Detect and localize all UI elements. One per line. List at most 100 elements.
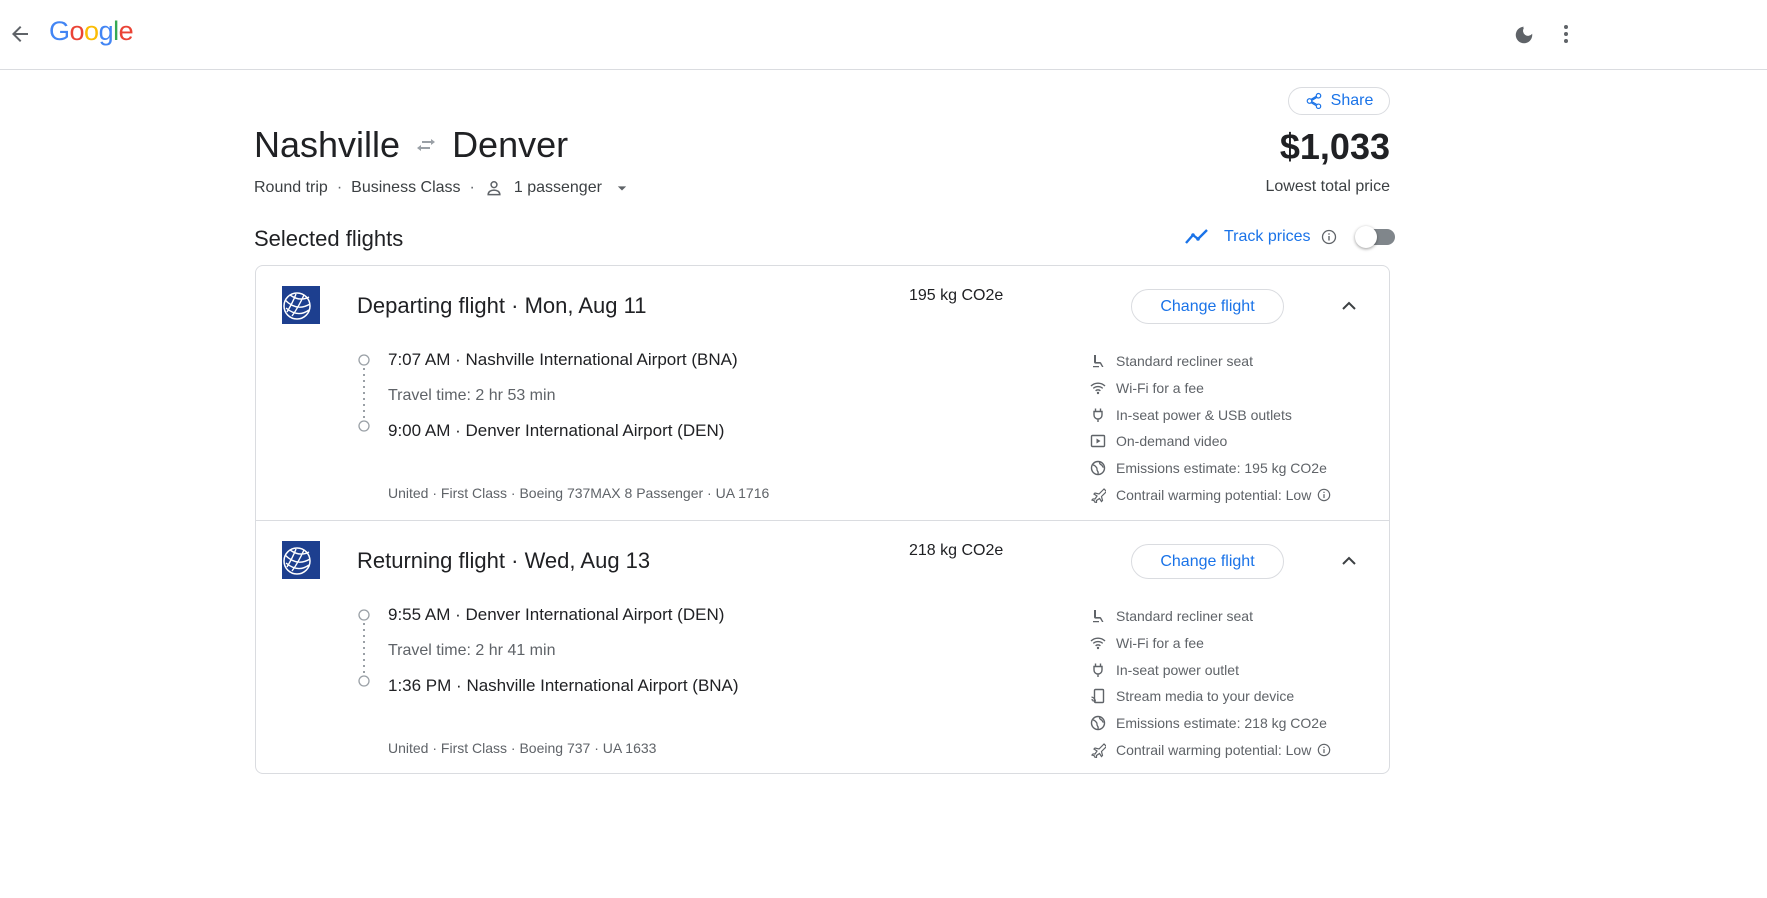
co2-emissions: 218 kg CO2e <box>909 542 1004 559</box>
amenity-label: Wi-Fi for a fee <box>1116 635 1204 652</box>
selected-flights-heading: Selected flights <box>254 226 404 251</box>
arrival-time: 1:36 PM <box>388 676 452 695</box>
departure-info: 7:07 AM · Nashville International Airpor… <box>388 350 738 370</box>
contrail-icon <box>1090 487 1106 503</box>
departing-flight: Departing flight · Mon, Aug 11 195 kg CO… <box>256 266 1389 520</box>
arrival-info: 1:36 PM · Nashville International Airpor… <box>388 676 739 696</box>
arrival-time: 9:00 AM <box>388 421 451 440</box>
video-icon <box>1090 435 1106 448</box>
amenity-item: Standard recliner seat <box>1090 348 1331 375</box>
flight-details: United · First Class · Boeing 737MAX 8 P… <box>388 485 770 501</box>
flight-timeline-icon <box>358 609 370 687</box>
power-plug-icon <box>1093 408 1103 422</box>
arrival-airport: Nashville International Airport (BNA) <box>466 676 739 695</box>
cabin-class: Business Class <box>351 179 461 196</box>
track-prices: Track prices <box>1184 226 1395 248</box>
info-icon[interactable] <box>1321 229 1337 245</box>
power-plug-icon <box>1093 663 1103 677</box>
departure-time: 9:55 AM <box>388 605 451 624</box>
amenity-item: In-seat power & USB outlets <box>1090 401 1331 428</box>
amenity-item: On-demand video <box>1090 428 1331 455</box>
info-icon[interactable] <box>1317 488 1331 502</box>
returning-flight: Returning flight · Wed, Aug 13 218 kg CO… <box>256 520 1389 775</box>
trip-summary: Round trip · Business Class · 1 passenge… <box>254 178 632 198</box>
amenity-item: Emissions estimate: 195 kg CO2e <box>1090 455 1331 482</box>
departure-airport: Nashville International Airport (BNA) <box>465 350 738 369</box>
amenity-label: In-seat power & USB outlets <box>1116 406 1292 423</box>
wifi-icon <box>1090 637 1106 650</box>
total-price: $1,033 <box>1279 126 1390 167</box>
flight-details: United · First Class · Boeing 737 · UA 1… <box>388 740 657 756</box>
amenity-label: Emissions estimate: 218 kg CO2e <box>1116 715 1327 732</box>
amenity-item: In-seat power outlet <box>1090 656 1331 683</box>
wifi-icon <box>1090 382 1106 395</box>
change-flight-button[interactable]: Change flight <box>1131 289 1284 324</box>
share-button[interactable]: Share <box>1288 87 1390 115</box>
google-logo[interactable]: Google <box>49 16 134 47</box>
more-options-icon[interactable] <box>1560 22 1572 46</box>
top-bar: Google <box>0 0 1767 70</box>
co2-emissions: 195 kg CO2e <box>909 287 1004 304</box>
logo-letter: e <box>118 16 134 46</box>
selected-flights-card: Departing flight · Mon, Aug 11 195 kg CO… <box>255 265 1390 774</box>
track-prices-label[interactable]: Track prices <box>1224 228 1311 246</box>
contrail-icon <box>1090 742 1106 758</box>
chevron-up-icon[interactable] <box>1339 551 1359 571</box>
seat-icon <box>1093 610 1104 623</box>
amenity-item: Wi-Fi for a fee <box>1090 630 1331 657</box>
amenities-list: Standard recliner seat Wi-Fi for a fee I… <box>1090 348 1331 508</box>
share-icon <box>1306 92 1321 110</box>
share-label: Share <box>1330 92 1374 109</box>
person-icon <box>487 181 501 196</box>
travel-time: Travel time: 2 hr 41 min <box>388 642 556 659</box>
back-arrow-icon[interactable] <box>8 22 32 46</box>
stream-device-icon <box>1091 689 1105 704</box>
trip-type: Round trip <box>254 179 328 196</box>
travel-time: Travel time: 2 hr 53 min <box>388 387 556 404</box>
price-label: Lowest total price <box>1265 178 1390 195</box>
globe-icon <box>1090 715 1106 731</box>
separator-dot: · <box>511 293 525 318</box>
united-globe-logo-icon <box>282 541 320 579</box>
amenity-label: Wi-Fi for a fee <box>1116 380 1204 397</box>
amenity-label: Standard recliner seat <box>1116 353 1253 370</box>
origin-city: Nashville <box>254 124 401 165</box>
flight-title: Returning flight · Wed, Aug 13 <box>357 548 650 574</box>
info-icon[interactable] <box>1317 743 1331 757</box>
separator-dot: · <box>455 350 466 369</box>
round-trip-arrows-icon <box>417 139 436 151</box>
flight-direction: Returning flight <box>357 548 505 573</box>
separator-dot: · <box>456 676 467 695</box>
chevron-up-icon[interactable] <box>1339 296 1359 316</box>
separator-dot: · <box>469 179 475 196</box>
amenity-item: Standard recliner seat <box>1090 603 1331 630</box>
trending-chart-icon <box>1185 229 1208 244</box>
flight-title: Departing flight · Mon, Aug 11 <box>357 293 646 319</box>
seat-icon <box>1093 355 1104 368</box>
flight-timeline-icon <box>358 354 370 432</box>
departure-time: 7:07 AM <box>388 350 451 369</box>
amenity-label: Emissions estimate: 195 kg CO2e <box>1116 460 1327 477</box>
departure-airport: Denver International Airport (DEN) <box>465 605 725 624</box>
amenity-label: On-demand video <box>1116 433 1228 450</box>
flight-date: Mon, Aug 11 <box>524 293 647 318</box>
separator-dot: · <box>336 179 343 196</box>
dropdown-caret-icon <box>617 186 627 191</box>
track-prices-toggle[interactable] <box>1354 226 1395 248</box>
logo-letter: o <box>69 16 85 46</box>
arrival-airport: Denver International Airport (DEN) <box>465 421 725 440</box>
united-globe-logo-icon <box>282 286 320 324</box>
logo-letter: G <box>49 16 70 46</box>
amenity-item: Stream media to your device <box>1090 683 1331 710</box>
amenity-label: Contrail warming potential: Low <box>1116 486 1312 503</box>
change-flight-button[interactable]: Change flight <box>1131 544 1284 579</box>
separator-dot: · <box>511 548 525 573</box>
dark-mode-icon[interactable] <box>1513 24 1535 46</box>
amenity-label: Contrail warming potential: Low <box>1116 741 1312 758</box>
route-title: Nashville Denver <box>254 124 568 166</box>
amenity-label: Standard recliner seat <box>1116 608 1253 625</box>
amenity-label: Stream media to your device <box>1116 688 1295 705</box>
passenger-selector[interactable]: 1 passenger <box>484 178 632 198</box>
amenity-item: Wi-Fi for a fee <box>1090 375 1331 402</box>
amenity-item: Emissions estimate: 218 kg CO2e <box>1090 710 1331 737</box>
